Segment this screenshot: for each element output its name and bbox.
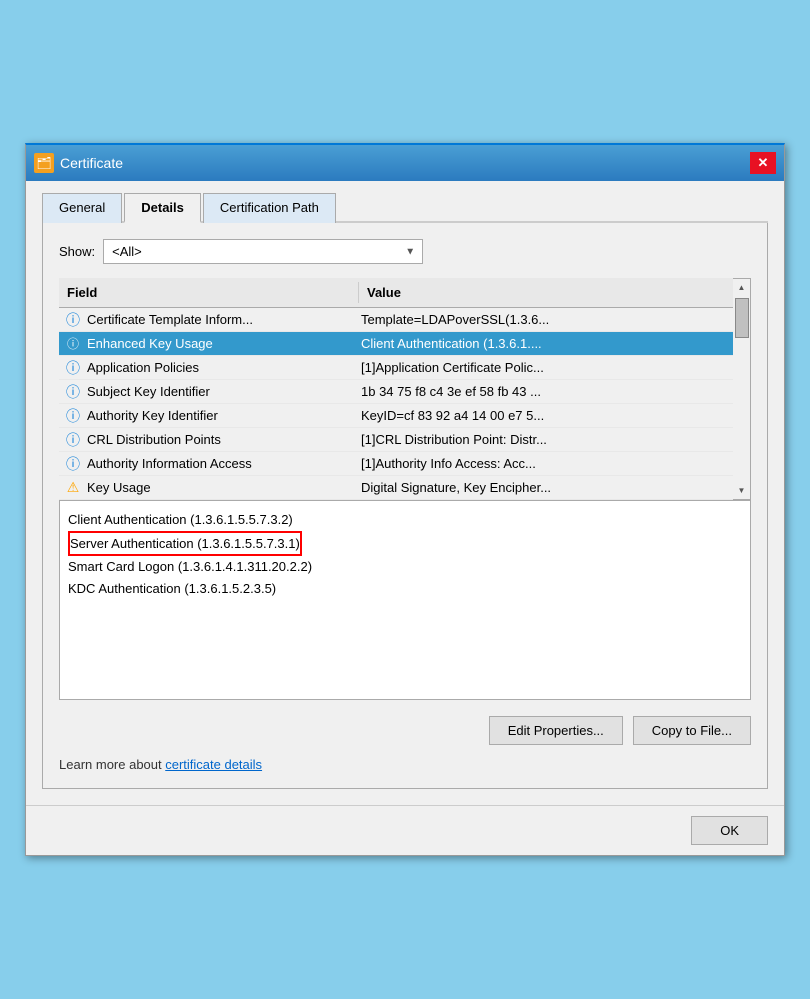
detail-line-highlighted: Server Authentication (1.3.6.1.5.5.7.3.1…	[68, 531, 302, 557]
detail-line: KDC Authentication (1.3.6.1.5.2.3.5)	[68, 578, 742, 600]
table-row[interactable]: ⓘ Application Policies [1]Application Ce…	[59, 356, 733, 380]
detail-line: Smart Card Logon (1.3.6.1.4.1.311.20.2.2…	[68, 556, 742, 578]
window-icon-symbol: 🗂	[36, 156, 51, 170]
row-icon-info: ⓘ	[63, 430, 83, 450]
details-tab-content: Show: <All> Version 1 Fields Only Extens…	[42, 223, 768, 789]
table-row[interactable]: ⓘ Subject Key Identifier 1b 34 75 f8 c4 …	[59, 380, 733, 404]
row-field: Key Usage	[83, 476, 353, 499]
tab-general[interactable]: General	[42, 193, 122, 223]
row-field: Enhanced Key Usage	[83, 332, 353, 355]
row-value: Digital Signature, Key Encipher...	[353, 476, 733, 499]
show-row: Show: <All> Version 1 Fields Only Extens…	[59, 239, 751, 264]
row-icon-warning: ⚠	[63, 478, 83, 498]
row-value: Client Authentication (1.3.6.1....	[353, 332, 733, 355]
show-select[interactable]: <All> Version 1 Fields Only Extensions O…	[103, 239, 423, 264]
title-bar-left: 🗂 Certificate	[34, 153, 123, 173]
table-row[interactable]: ⓘ Authority Key Identifier KeyID=cf 83 9…	[59, 404, 733, 428]
action-buttons-row: Edit Properties... Copy to File...	[59, 716, 751, 745]
copy-to-file-button[interactable]: Copy to File...	[633, 716, 751, 745]
col-header-field: Field	[59, 282, 359, 303]
ok-button[interactable]: OK	[691, 816, 768, 845]
row-icon-info: ⓘ	[63, 382, 83, 402]
row-field: Application Policies	[83, 356, 353, 379]
row-icon-info: ⓘ	[63, 334, 83, 354]
fields-table-container: Field Value ⓘ Certificate Template Infor…	[59, 278, 751, 500]
table-row[interactable]: ⓘ CRL Distribution Points [1]CRL Distrib…	[59, 428, 733, 452]
tab-bar: General Details Certification Path	[42, 191, 768, 223]
table-row[interactable]: ⓘ Authority Information Access [1]Author…	[59, 452, 733, 476]
tab-details[interactable]: Details	[124, 193, 201, 223]
table-row[interactable]: ⓘ Enhanced Key Usage Client Authenticati…	[59, 332, 733, 356]
window-icon: 🗂	[34, 153, 54, 173]
row-value: [1]CRL Distribution Point: Distr...	[353, 428, 733, 451]
row-icon-info: ⓘ	[63, 406, 83, 426]
row-value: [1]Authority Info Access: Acc...	[353, 452, 733, 475]
close-button[interactable]: ✕	[750, 152, 776, 174]
scroll-thumb[interactable]	[735, 298, 749, 338]
row-icon-info: ⓘ	[63, 358, 83, 378]
details-panel: Client Authentication (1.3.6.1.5.5.7.3.2…	[59, 500, 751, 700]
scroll-down-arrow[interactable]: ▼	[736, 484, 748, 497]
col-header-value: Value	[359, 282, 733, 303]
row-field: Certificate Template Inform...	[83, 308, 353, 331]
window-title: Certificate	[60, 155, 123, 171]
fields-table: Field Value ⓘ Certificate Template Infor…	[59, 278, 733, 500]
table-row[interactable]: ⚠ Key Usage Digital Signature, Key Encip…	[59, 476, 733, 500]
table-scrollbar[interactable]: ▲ ▼	[733, 278, 751, 500]
table-row[interactable]: ⓘ Certificate Template Inform... Templat…	[59, 308, 733, 332]
ok-row: OK	[26, 805, 784, 855]
show-select-wrapper[interactable]: <All> Version 1 Fields Only Extensions O…	[103, 239, 423, 264]
row-value: KeyID=cf 83 92 a4 14 00 e7 5...	[353, 404, 733, 427]
show-label: Show:	[59, 244, 95, 259]
table-body: ⓘ Certificate Template Inform... Templat…	[59, 308, 733, 500]
tab-certification-path[interactable]: Certification Path	[203, 193, 336, 223]
scroll-track	[733, 294, 750, 484]
scroll-up-arrow[interactable]: ▲	[736, 281, 748, 294]
row-icon-info: ⓘ	[63, 310, 83, 330]
window-content: General Details Certification Path Show:…	[26, 181, 784, 805]
title-bar: 🗂 Certificate ✕	[26, 145, 784, 181]
row-value: [1]Application Certificate Polic...	[353, 356, 733, 379]
row-value: Template=LDAPoverSSL(1.3.6...	[353, 308, 733, 331]
learn-more-text: Learn more about certificate details	[59, 757, 751, 772]
row-field: CRL Distribution Points	[83, 428, 353, 451]
detail-line: Client Authentication (1.3.6.1.5.5.7.3.2…	[68, 509, 742, 531]
row-icon-info: ⓘ	[63, 454, 83, 474]
row-value: 1b 34 75 f8 c4 3e ef 58 fb 43 ...	[353, 380, 733, 403]
edit-properties-button[interactable]: Edit Properties...	[489, 716, 623, 745]
row-field: Authority Information Access	[83, 452, 353, 475]
certificate-details-link[interactable]: certificate details	[165, 757, 262, 772]
row-field: Authority Key Identifier	[83, 404, 353, 427]
certificate-window: 🗂 Certificate ✕ General Details Certific…	[25, 143, 785, 856]
table-header: Field Value	[59, 278, 733, 308]
row-field: Subject Key Identifier	[83, 380, 353, 403]
